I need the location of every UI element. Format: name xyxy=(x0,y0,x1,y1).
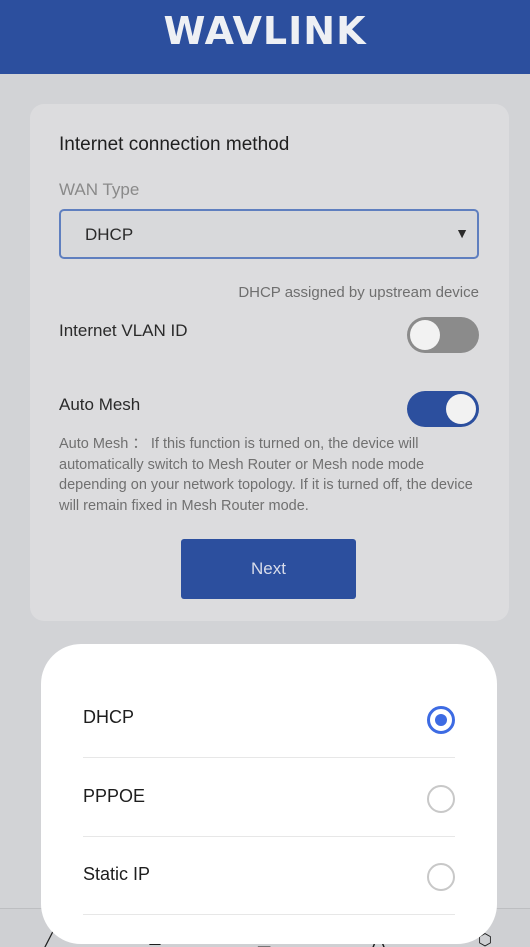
radio-icon[interactable] xyxy=(427,785,455,813)
auto-mesh-description: Auto Mesh ： If this function is turned o… xyxy=(59,434,479,516)
radio-selected-icon[interactable] xyxy=(427,706,455,734)
vlan-label: Internet VLAN ID xyxy=(59,321,188,340)
auto-mesh-label: Auto Mesh xyxy=(59,395,141,414)
wan-type-picker-sheet: DHCP PPPOE Static IP xyxy=(41,644,497,944)
wan-type-select[interactable]: DHCP ▼ xyxy=(59,209,479,259)
brand-logo: WAVLINK xyxy=(163,9,367,53)
option-label: PPPOE xyxy=(83,786,146,806)
picker-option-dhcp[interactable]: DHCP xyxy=(83,680,455,758)
picker-option-static-ip[interactable]: Static IP xyxy=(83,837,455,915)
option-label: Static IP xyxy=(83,864,151,884)
picker-option-pppoe[interactable]: PPPOE xyxy=(83,759,455,837)
auto-mesh-desc-key: Auto Mesh xyxy=(59,436,129,452)
toggle-knob xyxy=(410,320,440,350)
wan-type-value: DHCP xyxy=(85,225,134,244)
back-icon[interactable]: ╱ xyxy=(44,933,54,947)
next-button[interactable]: Next xyxy=(181,539,356,599)
connection-card: Internet connection method WAN Type DHCP… xyxy=(30,104,509,621)
wan-type-label: WAN Type xyxy=(59,180,140,199)
toggle-knob xyxy=(446,394,476,424)
vlan-toggle[interactable] xyxy=(407,317,479,353)
auto-mesh-toggle[interactable] xyxy=(407,391,479,427)
dropdown-arrow-icon: ▼ xyxy=(455,225,469,241)
app-header: WAVLINK xyxy=(0,0,530,74)
radio-icon[interactable] xyxy=(427,863,455,891)
option-label: DHCP xyxy=(83,707,135,727)
wan-type-hint: DHCP assigned by upstream device xyxy=(238,284,479,301)
page-title: Internet connection method xyxy=(59,134,290,155)
